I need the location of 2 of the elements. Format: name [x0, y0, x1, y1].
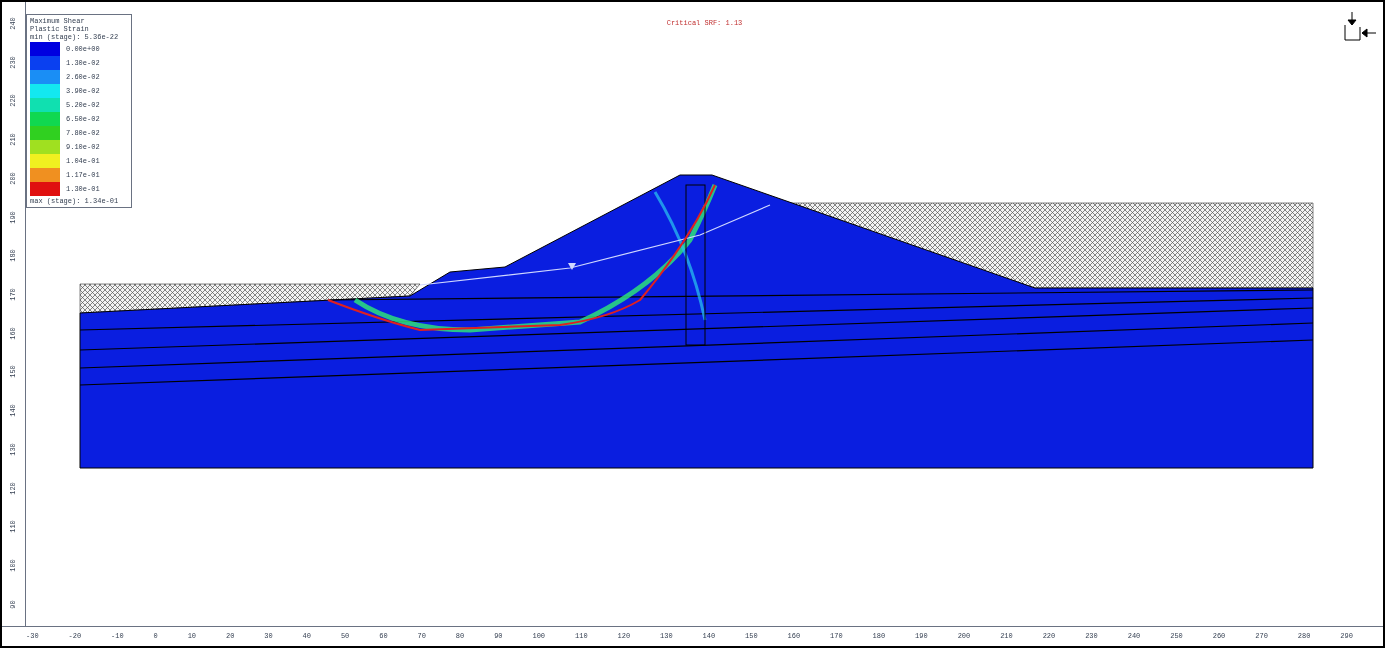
support-arrows-icon	[1344, 11, 1377, 41]
water-level-icon	[568, 263, 576, 270]
